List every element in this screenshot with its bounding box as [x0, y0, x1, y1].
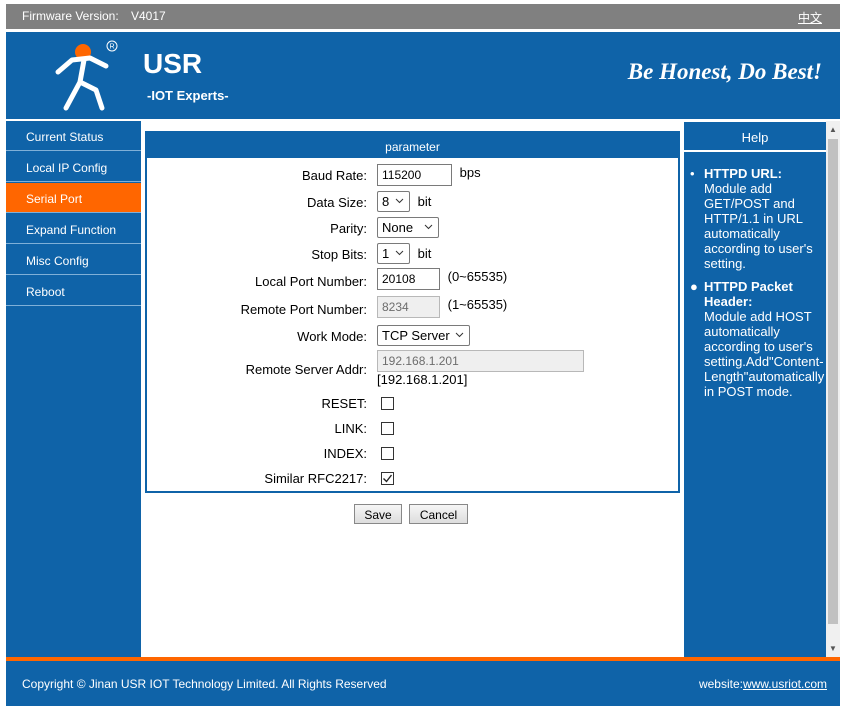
stop-bits-value: 1: [382, 246, 390, 261]
usr-runner-logo-icon: R: [55, 40, 118, 111]
baud-rate-label: Baud Rate:: [301, 168, 367, 183]
firmware-version: V4017: [131, 9, 166, 23]
baud-rate-unit: bps: [459, 164, 481, 180]
help-item-httpd-header: ● HTTPD Packet Header: Module add HOST a…: [690, 279, 825, 399]
website-info: website:www.usriot.com: [699, 677, 827, 691]
remote-port-label: Remote Port Number:: [240, 302, 367, 317]
link-checkbox[interactable]: [381, 422, 394, 435]
firmware-label: Firmware Version:: [22, 9, 119, 23]
sidebar-item-misc-config[interactable]: Misc Config: [6, 245, 141, 275]
main-content: parameter Baud Rate: 115200 bps Data Siz…: [141, 121, 684, 657]
data-size-select[interactable]: 8: [377, 191, 410, 212]
website-label: website:: [698, 677, 743, 691]
sidebar-item-expand-function[interactable]: Expand Function: [6, 214, 141, 244]
top-bar: Firmware Version: V4017 中文: [6, 4, 840, 29]
save-button[interactable]: Save: [354, 504, 402, 524]
index-label: INDEX:: [323, 446, 367, 461]
stop-bits-label: Stop Bits:: [311, 247, 367, 262]
index-checkbox[interactable]: [381, 447, 394, 460]
reset-label: RESET:: [321, 396, 367, 411]
data-size-value: 8: [382, 194, 390, 209]
header-banner: R USR -IOT Experts- Be Honest, Do Best!: [6, 32, 840, 119]
data-size-unit: bit: [417, 194, 432, 209]
sidebar-item-reboot[interactable]: Reboot: [6, 276, 141, 306]
checkmark-icon: [383, 474, 393, 483]
rfc2217-label: Similar RFC2217:: [264, 471, 367, 486]
help-content: • HTTPD URL: Module add GET/POST and HTT…: [684, 152, 826, 399]
website-link[interactable]: www.usriot.com: [743, 677, 827, 691]
parity-value: None: [382, 220, 414, 235]
parameter-panel: parameter Baud Rate: 115200 bps Data Siz…: [145, 131, 680, 493]
help-item-text: Module add HOST automatically according …: [704, 309, 825, 399]
remote-server-current: [192.168.1.201]: [377, 372, 468, 387]
parity-label: Parity:: [330, 221, 367, 236]
help-scrollbar[interactable]: ▲ ▼: [826, 121, 840, 657]
footer: Copyright © Jinan USR IOT Technology Lim…: [6, 661, 840, 706]
remote-port-input[interactable]: 8234: [377, 296, 440, 318]
chevron-down-icon: [395, 198, 404, 204]
help-title: Help: [684, 121, 826, 152]
scrollbar-thumb[interactable]: [828, 139, 838, 624]
brand-name: USR: [143, 48, 203, 79]
sidebar: Current Status Local IP Config Serial Po…: [6, 121, 141, 657]
help-item-heading: HTTPD URL:: [704, 166, 782, 181]
parameter-title: parameter: [147, 133, 678, 158]
data-size-label: Data Size:: [307, 195, 367, 210]
local-port-label: Local Port Number:: [255, 274, 367, 289]
bullet-icon: •: [690, 166, 695, 181]
sidebar-item-current-status[interactable]: Current Status: [6, 121, 141, 151]
chevron-down-icon: [395, 250, 404, 256]
brand-subtitle: -IOT Experts-: [147, 88, 229, 103]
stop-bits-select[interactable]: 1: [377, 243, 410, 264]
scroll-up-arrow-icon[interactable]: ▲: [826, 121, 840, 138]
slogan: Be Honest, Do Best!: [627, 59, 822, 84]
remote-server-input[interactable]: 192.168.1.201: [377, 350, 584, 372]
rfc2217-checkbox[interactable]: [381, 472, 394, 485]
work-mode-value: TCP Server: [382, 328, 450, 343]
reset-checkbox[interactable]: [381, 397, 394, 410]
remote-server-label: Remote Server Addr:: [245, 362, 367, 377]
scroll-down-arrow-icon[interactable]: ▼: [826, 640, 840, 657]
help-item-text: Module add GET/POST and HTTP/1.1 in URL …: [704, 181, 813, 271]
sidebar-item-serial-port[interactable]: Serial Port: [6, 183, 141, 213]
remote-port-range: (1~65535): [447, 296, 508, 312]
link-label: LINK:: [334, 421, 367, 436]
sidebar-item-local-ip-config[interactable]: Local IP Config: [6, 152, 141, 182]
cancel-button[interactable]: Cancel: [409, 504, 468, 524]
chevron-down-icon: [455, 332, 464, 338]
language-link[interactable]: 中文: [798, 9, 822, 26]
registered-mark: R: [110, 44, 115, 51]
work-mode-select[interactable]: TCP Server: [377, 325, 470, 346]
bullet-icon: ●: [690, 279, 698, 294]
chevron-down-icon: [424, 224, 433, 230]
baud-rate-input[interactable]: 115200: [377, 164, 452, 186]
parity-select[interactable]: None: [377, 217, 439, 238]
help-item-httpd-url: • HTTPD URL: Module add GET/POST and HTT…: [690, 166, 822, 271]
help-panel: Help • HTTPD URL: Module add GET/POST an…: [684, 121, 826, 657]
help-item-heading: HTTPD Packet Header:: [704, 279, 793, 309]
copyright-text: Copyright © Jinan USR IOT Technology Lim…: [22, 677, 387, 691]
local-port-input[interactable]: 20108: [377, 268, 440, 290]
local-port-range: (0~65535): [447, 268, 508, 284]
work-mode-label: Work Mode:: [297, 329, 367, 344]
stop-bits-unit: bit: [417, 246, 432, 261]
